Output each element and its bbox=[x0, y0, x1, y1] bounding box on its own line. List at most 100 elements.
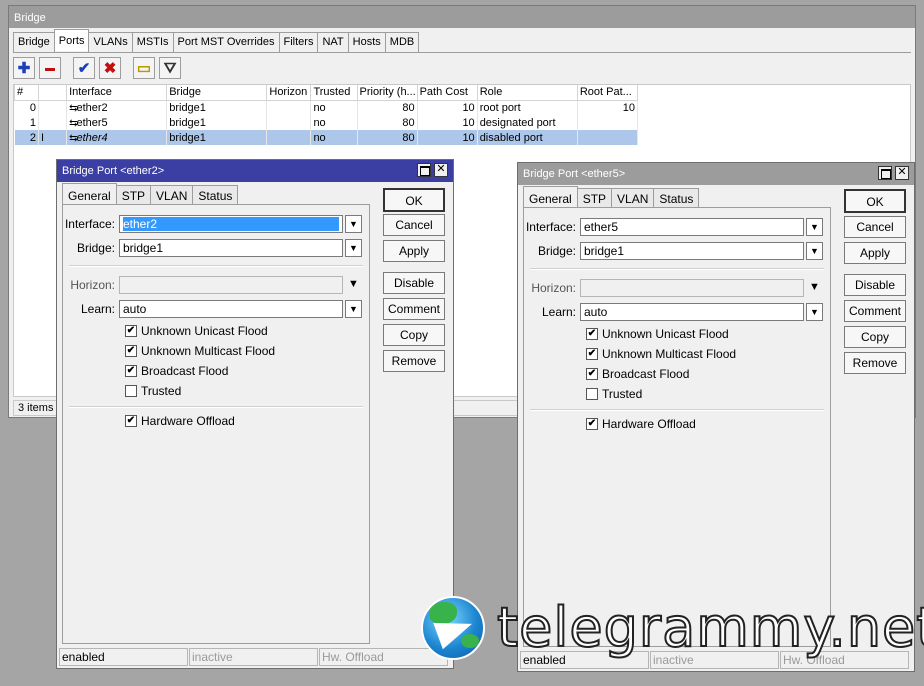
interface-select[interactable]: ether2 bbox=[119, 215, 343, 233]
bridge-select[interactable]: bridge1 bbox=[119, 239, 343, 257]
col-header-horizon[interactable]: Horizon bbox=[266, 85, 312, 101]
apply-button[interactable]: Apply bbox=[383, 240, 445, 262]
watermark: telegrammy.net bbox=[421, 596, 924, 660]
table-row[interactable]: 2 I ⇆ether4 bridge1 no 80 10 disabled po… bbox=[14, 130, 639, 145]
horizon-label: Horizon: bbox=[531, 281, 576, 295]
comment-button[interactable]: Comment bbox=[383, 298, 445, 320]
interface-name: ether5 bbox=[76, 116, 108, 129]
col-header-root-path[interactable]: Root Pat... bbox=[576, 85, 639, 101]
disable-button[interactable]: Disable bbox=[844, 274, 906, 296]
comment-button[interactable]: Comment bbox=[844, 300, 906, 322]
disable-button[interactable]: Disable bbox=[383, 272, 445, 294]
dropdown-icon[interactable]: ▼ bbox=[806, 242, 823, 260]
dropdown-icon[interactable]: ▼ bbox=[345, 215, 362, 233]
row-root-path bbox=[577, 130, 639, 145]
dropdown-icon[interactable]: ▼ bbox=[345, 239, 362, 257]
filter-icon: ⛛ bbox=[163, 59, 177, 77]
row-trusted: no bbox=[310, 115, 358, 130]
col-header-interface[interactable]: Interface bbox=[66, 85, 168, 101]
row-num: 2 bbox=[14, 130, 40, 145]
dropdown-icon[interactable]: ▼ bbox=[345, 300, 362, 318]
comment-button[interactable]: ▭ bbox=[133, 57, 155, 79]
dropdown-icon[interactable]: ▼ bbox=[806, 218, 823, 236]
hardware-offload-checkbox[interactable]: ✔ Hardware Offload bbox=[125, 412, 235, 430]
bridge-select[interactable]: bridge1 bbox=[580, 242, 804, 260]
tab-status[interactable]: Status bbox=[653, 188, 700, 207]
remove-button[interactable]: Remove bbox=[844, 352, 906, 374]
unknown-multicast-flood-checkbox[interactable]: ✔ Unknown Multicast Flood bbox=[586, 345, 736, 363]
tab-vlans[interactable]: VLANs bbox=[88, 32, 133, 52]
learn-select[interactable]: auto bbox=[119, 300, 343, 318]
horizon-field[interactable] bbox=[580, 279, 804, 297]
col-header-trusted[interactable]: Trusted bbox=[310, 85, 358, 101]
tab-stp[interactable]: STP bbox=[576, 188, 613, 207]
col-header-bridge[interactable]: Bridge bbox=[166, 85, 268, 101]
col-header-flags[interactable] bbox=[38, 85, 68, 101]
col-header-role[interactable]: Role bbox=[476, 85, 578, 101]
status-inactive: inactive bbox=[189, 648, 318, 666]
unknown-multicast-flood-checkbox[interactable]: ✔ Unknown Multicast Flood bbox=[125, 342, 275, 360]
expand-icon[interactable]: ▼ bbox=[345, 276, 362, 294]
copy-button[interactable]: Copy bbox=[383, 324, 445, 346]
hardware-offload-checkbox[interactable]: ✔ Hardware Offload bbox=[586, 415, 696, 433]
expand-icon[interactable]: ▼ bbox=[806, 279, 823, 297]
tab-port-mst-overrides[interactable]: Port MST Overrides bbox=[172, 32, 280, 52]
divider bbox=[530, 409, 824, 411]
ok-button[interactable]: OK bbox=[383, 188, 445, 212]
tab-ports[interactable]: Ports bbox=[53, 29, 90, 51]
table-row[interactable]: 1 ⇆ether5 bridge1 no 80 10 designated po… bbox=[14, 115, 639, 130]
cancel-button[interactable]: Cancel bbox=[844, 216, 906, 238]
tab-general[interactable]: General bbox=[62, 183, 117, 204]
tab-hosts[interactable]: Hosts bbox=[347, 32, 386, 52]
enable-button[interactable]: ✔ bbox=[73, 57, 95, 79]
col-header-path-cost[interactable]: Path Cost bbox=[416, 85, 478, 101]
trusted-checkbox[interactable]: Trusted bbox=[586, 385, 642, 403]
ok-button[interactable]: OK bbox=[844, 189, 906, 213]
add-button[interactable]: ✚ bbox=[13, 57, 35, 79]
unchecked-box bbox=[125, 385, 137, 397]
row-interface: ⇆ether4 bbox=[66, 130, 168, 145]
table-row[interactable]: 0 ⇆ether2 bridge1 no 80 10 root port 10 bbox=[14, 100, 639, 115]
remove-icon: ▬ bbox=[45, 62, 55, 74]
dialog-tabs: General STP VLAN Status bbox=[523, 186, 700, 208]
horizon-field[interactable] bbox=[119, 276, 343, 294]
tab-vlan[interactable]: VLAN bbox=[611, 188, 655, 207]
maximize-icon[interactable] bbox=[417, 163, 431, 177]
close-icon[interactable]: ✕ bbox=[895, 166, 909, 180]
unknown-unicast-flood-checkbox[interactable]: ✔ Unknown Unicast Flood bbox=[125, 322, 268, 340]
unknown-unicast-flood-checkbox[interactable]: ✔ Unknown Unicast Flood bbox=[586, 325, 729, 343]
remove-button[interactable]: ▬ bbox=[39, 57, 61, 79]
tab-stp[interactable]: STP bbox=[115, 185, 152, 204]
remove-button[interactable]: Remove bbox=[383, 350, 445, 372]
tab-status[interactable]: Status bbox=[192, 185, 239, 204]
row-path-cost: 10 bbox=[417, 130, 478, 145]
broadcast-flood-checkbox[interactable]: ✔ Broadcast Flood bbox=[586, 365, 689, 383]
bridge-row: Bridge: bridge1 ▼ bbox=[63, 238, 362, 258]
broadcast-flood-checkbox[interactable]: ✔ Broadcast Flood bbox=[125, 362, 228, 380]
row-num: 0 bbox=[14, 100, 40, 115]
filter-button[interactable]: ⛛ bbox=[159, 57, 181, 79]
interface-select[interactable]: ether5 bbox=[580, 218, 804, 236]
divider bbox=[530, 268, 824, 270]
tab-nat[interactable]: NAT bbox=[317, 32, 349, 52]
apply-button[interactable]: Apply bbox=[844, 242, 906, 264]
cancel-button[interactable]: Cancel bbox=[383, 214, 445, 236]
maximize-icon[interactable] bbox=[878, 166, 892, 180]
col-header-priority[interactable]: Priority (h... bbox=[356, 85, 418, 101]
tab-general[interactable]: General bbox=[523, 186, 578, 207]
close-icon[interactable]: ✕ bbox=[434, 163, 448, 177]
telegram-globe-logo bbox=[421, 596, 485, 660]
tab-vlan[interactable]: VLAN bbox=[150, 185, 194, 204]
tab-mdb[interactable]: MDB bbox=[384, 32, 420, 52]
disable-button[interactable]: ✖ bbox=[99, 57, 121, 79]
learn-select[interactable]: auto bbox=[580, 303, 804, 321]
tab-filters[interactable]: Filters bbox=[278, 32, 319, 52]
dropdown-icon[interactable]: ▼ bbox=[806, 303, 823, 321]
copy-button[interactable]: Copy bbox=[844, 326, 906, 348]
tab-mstis[interactable]: MSTIs bbox=[131, 32, 174, 52]
tab-bridge[interactable]: Bridge bbox=[13, 32, 55, 52]
learn-row: Learn: auto ▼ bbox=[524, 302, 823, 322]
row-horizon bbox=[266, 115, 312, 130]
trusted-checkbox[interactable]: Trusted bbox=[125, 382, 181, 400]
col-header-num[interactable]: # bbox=[13, 85, 40, 101]
